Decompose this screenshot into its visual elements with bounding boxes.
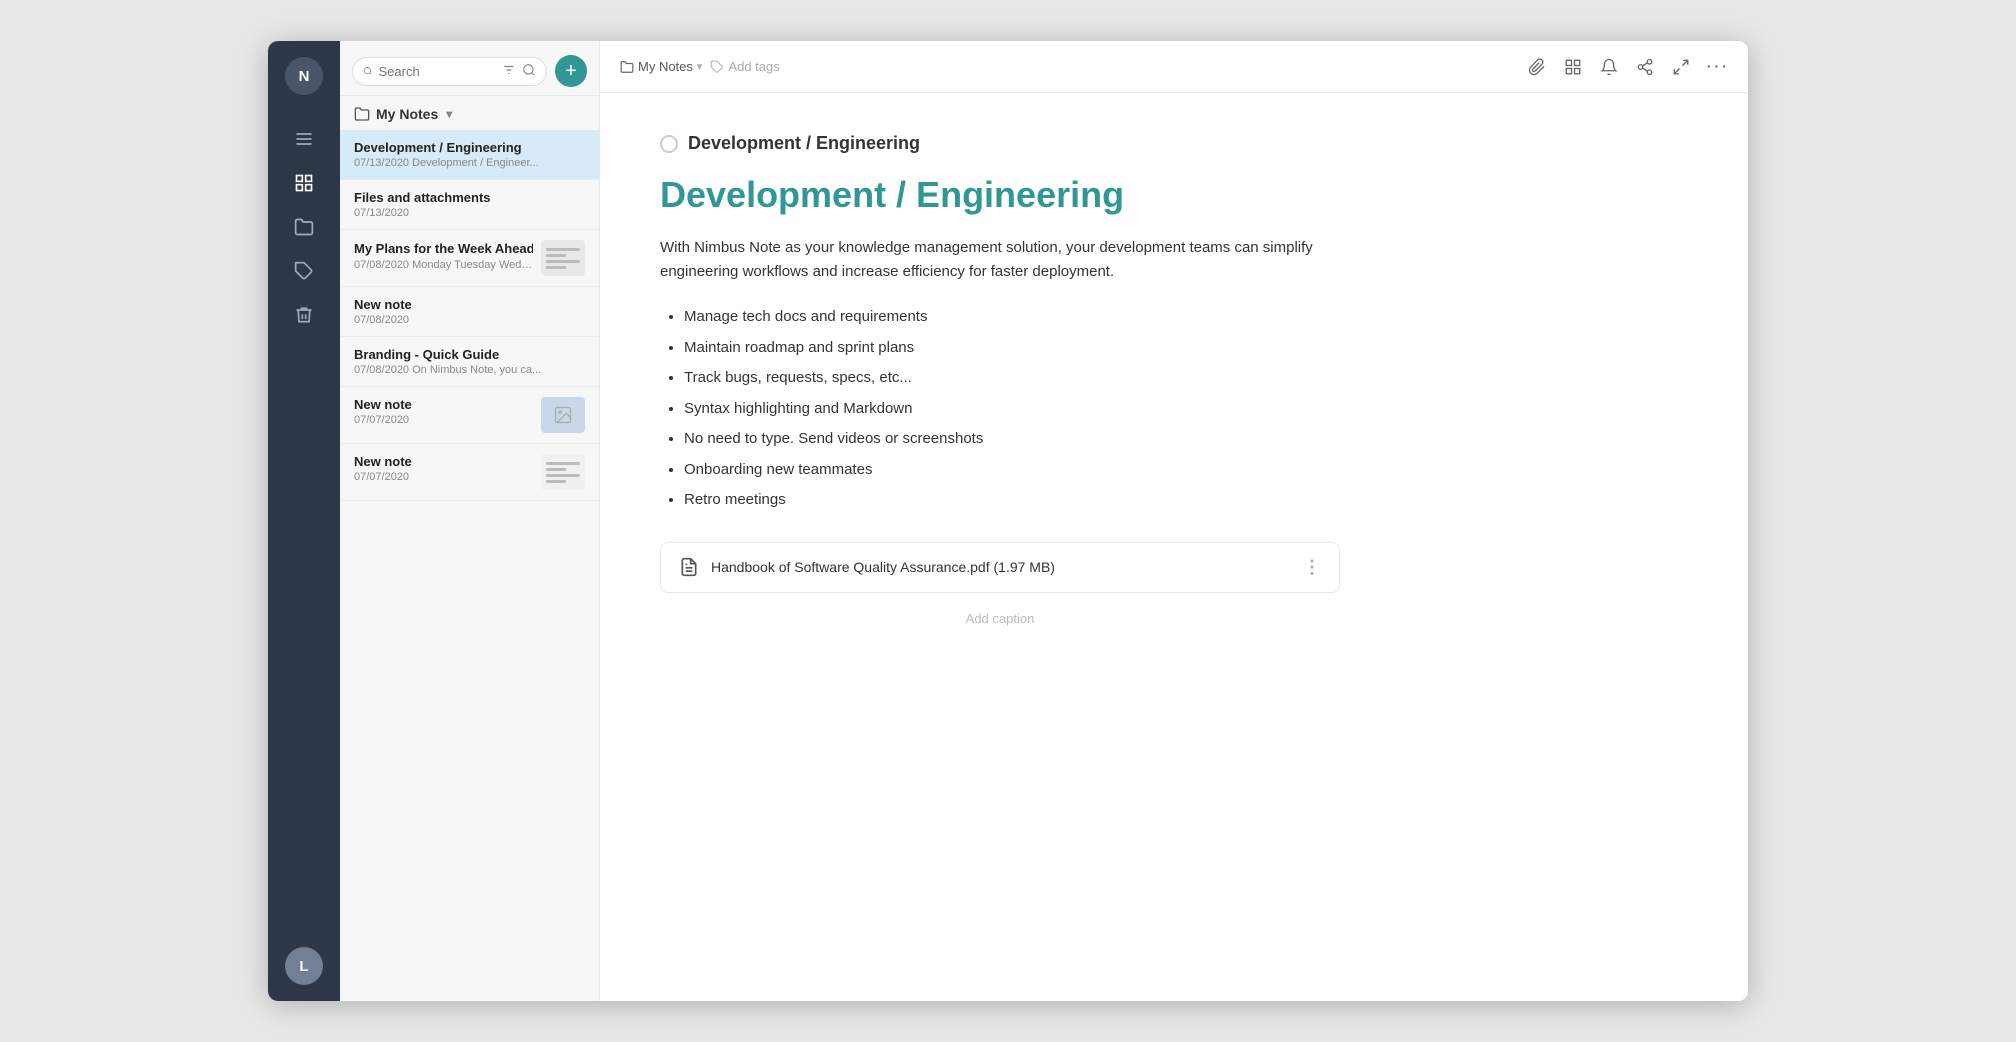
note-title: New note: [354, 454, 533, 469]
note-item[interactable]: New note 07/07/2020: [340, 387, 599, 444]
note-item[interactable]: Files and attachments 07/13/2020: [340, 180, 599, 230]
more-options-icon[interactable]: ···: [1706, 56, 1728, 78]
list-item: No need to type. Send videos or screensh…: [684, 428, 1688, 451]
grid-icon[interactable]: [284, 163, 324, 203]
add-tags-label: Add tags: [728, 59, 779, 74]
note-list: Manage tech docs and requirements Mainta…: [660, 306, 1688, 512]
tag-label-icon: [710, 60, 724, 74]
search-input[interactable]: [379, 64, 496, 79]
user-avatar[interactable]: N: [285, 57, 323, 95]
note-item[interactable]: My Plans for the Week Ahead 07/08/2020 M…: [340, 230, 599, 287]
note-item[interactable]: New note 07/07/2020: [340, 444, 599, 501]
note-item[interactable]: Development / Engineering 07/13/2020 Dev…: [340, 130, 599, 180]
list-item: Syntax highlighting and Markdown: [684, 398, 1688, 421]
editor-content[interactable]: Development / Engineering Development / …: [600, 93, 1748, 1001]
attachment-card[interactable]: Handbook of Software Quality Assurance.p…: [660, 542, 1340, 593]
note-item[interactable]: Branding - Quick Guide 07/08/2020 On Nim…: [340, 337, 599, 387]
list-item: Manage tech docs and requirements: [684, 306, 1688, 329]
note-thumbnail: [541, 454, 585, 490]
list-item: Onboarding new teammates: [684, 459, 1688, 482]
breadcrumb-chevron: ▾: [697, 60, 703, 73]
bottom-user-avatar[interactable]: L: [285, 947, 323, 985]
pdf-icon: [679, 557, 699, 577]
note-meta: 07/08/2020 On Nimbus Note, you ca...: [354, 364, 585, 376]
expand-icon[interactable]: [1670, 56, 1692, 78]
note-intro: With Nimbus Note as your knowledge manag…: [660, 236, 1340, 284]
search-magnify-icon[interactable]: [522, 63, 536, 80]
note-heading: Development / Engineering: [660, 174, 1688, 216]
layout-icon[interactable]: [1562, 56, 1584, 78]
attachment-caption[interactable]: Add caption: [660, 603, 1340, 634]
app-window: N L: [268, 41, 1748, 1001]
note-meta: 07/08/2020: [354, 314, 585, 326]
note-meta: 07/07/2020: [354, 414, 533, 426]
note-status-row: Development / Engineering: [660, 133, 1688, 154]
note-meta: 07/07/2020: [354, 471, 533, 483]
folder-nav-icon[interactable]: [284, 207, 324, 247]
note-title: New note: [354, 397, 533, 412]
note-title: New note: [354, 297, 585, 312]
breadcrumb-folder-icon: [620, 60, 634, 74]
tag-icon[interactable]: [284, 251, 324, 291]
note-title: Files and attachments: [354, 190, 585, 205]
left-sidebar: N L: [268, 41, 340, 1001]
notes-panel-header: +: [340, 41, 599, 96]
note-thumbnail: [541, 240, 585, 276]
attachment-icon[interactable]: [1526, 56, 1548, 78]
folder-chevron: ▾: [446, 107, 452, 121]
share-icon[interactable]: [1634, 56, 1656, 78]
trash-icon[interactable]: [284, 295, 324, 335]
list-item: Retro meetings: [684, 489, 1688, 512]
attachment-more-button[interactable]: ⋮: [1303, 557, 1321, 578]
notes-panel: + My Notes ▾ Development / Engineering 0…: [340, 41, 600, 1001]
breadcrumb-folder-name: My Notes: [638, 59, 693, 74]
add-tags-button[interactable]: Add tags: [710, 59, 779, 74]
add-note-button[interactable]: +: [555, 55, 587, 87]
status-circle: [660, 135, 678, 153]
note-meta: 07/08/2020 Monday Tuesday Wedne...: [354, 259, 533, 271]
note-title: Development / Engineering: [354, 140, 585, 155]
filter-icon[interactable]: [502, 63, 516, 80]
folder-name: My Notes: [376, 106, 438, 122]
attachment-name: Handbook of Software Quality Assurance.p…: [711, 559, 1291, 575]
notes-list: Development / Engineering 07/13/2020 Dev…: [340, 130, 599, 1001]
editor-toolbar: My Notes ▾ Add tags: [600, 41, 1748, 93]
page-title: Development / Engineering: [688, 133, 920, 154]
note-thumbnail: [541, 397, 585, 433]
folder-icon: [354, 106, 370, 122]
hamburger-icon[interactable]: [284, 119, 324, 159]
note-item[interactable]: New note 07/08/2020: [340, 287, 599, 337]
note-meta: 07/13/2020: [354, 207, 585, 219]
folder-header[interactable]: My Notes ▾: [340, 96, 599, 130]
breadcrumb[interactable]: My Notes ▾: [620, 59, 702, 74]
main-editor: My Notes ▾ Add tags: [600, 41, 1748, 1001]
search-bar[interactable]: [352, 57, 547, 86]
bell-icon[interactable]: [1598, 56, 1620, 78]
list-item: Track bugs, requests, specs, etc...: [684, 367, 1688, 390]
note-title: Branding - Quick Guide: [354, 347, 585, 362]
list-item: Maintain roadmap and sprint plans: [684, 337, 1688, 360]
note-meta: 07/13/2020 Development / Engineer...: [354, 157, 585, 169]
note-title: My Plans for the Week Ahead: [354, 240, 533, 257]
